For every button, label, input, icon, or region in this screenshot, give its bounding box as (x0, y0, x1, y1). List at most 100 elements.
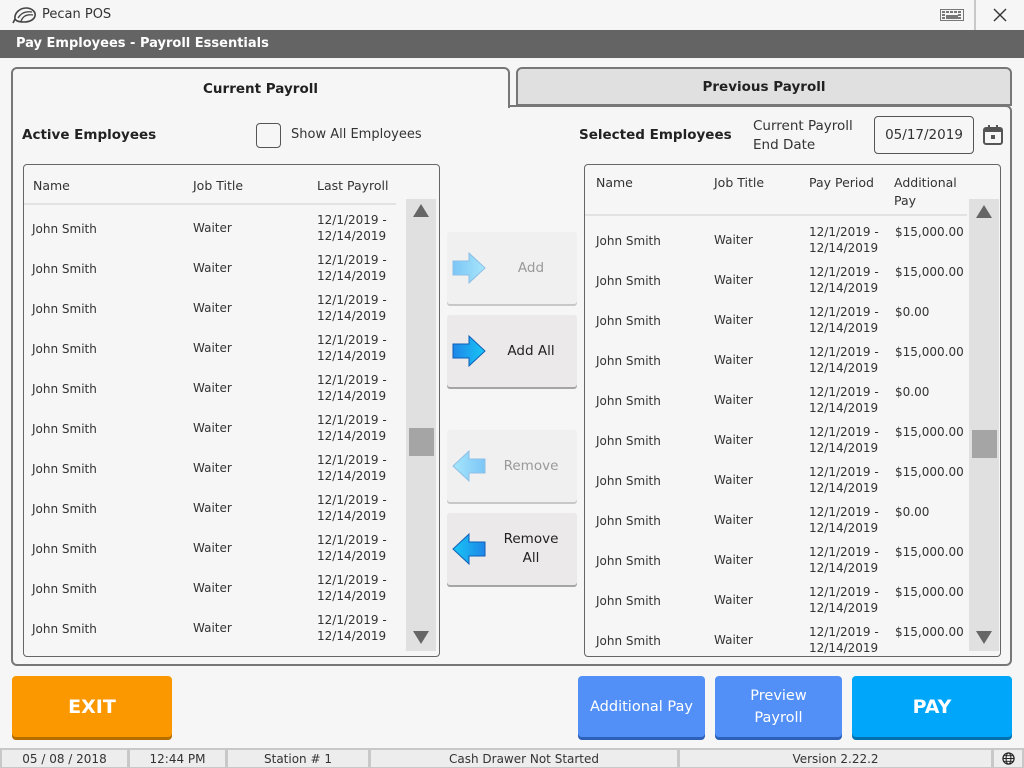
additional-pay: $15,000.00 (895, 625, 964, 639)
table-row[interactable]: John Smith Waiter 12/1/2019 - 12/14/2019 $15… (585, 417, 967, 457)
close-button[interactable] (976, 0, 1024, 30)
table-row[interactable]: John Smith Waiter 12/1/2019 - 12/14/2019 (24, 365, 404, 405)
table-row[interactable]: John Smith Waiter 12/1/2019 - 12/14/2019 $15… (585, 537, 967, 577)
table-row[interactable]: John Smith Waiter 12/1/2019 - 12/14/2019 (24, 525, 404, 565)
selected-employees-scrollbar[interactable] (969, 199, 999, 651)
period-start: 12/1/2019 - (809, 305, 879, 319)
table-row[interactable]: John Smith Waiter 12/1/2019 - 12/14/2019 (24, 205, 404, 245)
table-row[interactable]: John Smith Waiter 12/1/2019 - 12/14/2019 $15… (585, 257, 967, 297)
pay-period: 12/1/2019 - 12/14/2019 (809, 264, 879, 296)
job-title: Waiter (714, 473, 753, 487)
employee-name: John Smith (32, 502, 97, 516)
tab-current-payroll[interactable]: Current Payroll (11, 67, 510, 108)
table-row[interactable]: John Smith Waiter 12/1/2019 - 12/14/2019 $0.… (585, 497, 967, 537)
globe-button[interactable] (994, 750, 1022, 767)
table-row[interactable]: John Smith Waiter 12/1/2019 - 12/14/2019 $15… (585, 217, 967, 257)
column-header-name: Name (596, 175, 633, 190)
employee-name: John Smith (32, 542, 97, 556)
period-end: 12/14/2019 (809, 241, 879, 255)
job-title: Waiter (714, 553, 753, 567)
table-row[interactable]: John Smith Waiter 12/1/2019 - 12/14/2019 (24, 605, 404, 645)
job-title: Waiter (193, 381, 232, 395)
tab-label: Current Payroll (203, 80, 318, 97)
close-icon (993, 8, 1007, 22)
additional-pay: $15,000.00 (895, 465, 964, 479)
employee-name: John Smith (32, 382, 97, 396)
header-divider (585, 214, 967, 216)
table-row[interactable]: John Smith Waiter 12/1/2019 - 12/14/2019 $0.… (585, 297, 967, 337)
employee-name: John Smith (596, 594, 661, 608)
job-title: Waiter (714, 393, 753, 407)
exit-button[interactable]: EXIT (12, 676, 172, 737)
table-row[interactable]: John Smith Waiter 12/1/2019 - 12/14/2019 (24, 485, 404, 525)
employee-name: John Smith (596, 554, 661, 568)
period-end: 12/14/2019 (317, 509, 387, 523)
show-all-employees-label[interactable]: Show All Employees (291, 127, 422, 142)
remove-all-button[interactable]: Remove All (447, 513, 577, 585)
job-title: Waiter (193, 221, 232, 235)
table-row[interactable]: John Smith Waiter 12/1/2019 - 12/14/2019 (24, 245, 404, 285)
scroll-up-icon[interactable] (976, 205, 992, 218)
scroll-thumb[interactable] (972, 430, 997, 458)
column-header-job-title: Job Title (714, 175, 765, 190)
period-start: 12/1/2019 - (317, 493, 387, 507)
table-row[interactable]: John Smith Waiter 12/1/2019 - 12/14/2019 $15… (585, 617, 967, 656)
last-payroll: 12/1/2019 - 12/14/2019 (317, 332, 387, 364)
table-row[interactable]: John Smith Waiter 12/1/2019 - 12/14/2019 (24, 325, 404, 365)
table-row[interactable]: John Smith Waiter 12/1/2019 - 12/14/2019 $15… (585, 577, 967, 617)
table-row[interactable]: John Smith Waiter 12/1/2019 - 12/14/2019 $15… (585, 457, 967, 497)
remove-button[interactable]: Remove (447, 430, 577, 502)
period-end: 12/14/2019 (809, 441, 879, 455)
calendar-icon[interactable] (982, 124, 1004, 146)
column-header-additional-pay: Additional Pay (894, 175, 957, 208)
status-station: Station # 1 (228, 750, 368, 767)
scroll-thumb[interactable] (409, 428, 434, 456)
employee-name: John Smith (32, 422, 97, 436)
additional-pay: $15,000.00 (895, 585, 964, 599)
employee-name: John Smith (596, 274, 661, 288)
table-row[interactable]: John Smith Waiter 12/1/2019 - 12/14/2019 $15… (585, 337, 967, 377)
scroll-up-icon[interactable] (413, 204, 429, 217)
page-title: Pay Employees - Payroll Essentials (16, 36, 269, 51)
active-employees-scrollbar[interactable] (406, 199, 436, 651)
status-version: Version 2.22.2 (680, 750, 991, 767)
scroll-down-icon[interactable] (976, 631, 992, 644)
add-button[interactable]: Add (447, 232, 577, 304)
table-row[interactable]: John Smith Waiter 12/1/2019 - 12/14/2019 (24, 565, 404, 605)
keyboard-button[interactable] (930, 0, 974, 30)
scroll-down-icon[interactable] (413, 631, 429, 644)
pay-period: 12/1/2019 - 12/14/2019 (809, 384, 879, 416)
job-title: Waiter (714, 633, 753, 647)
pay-button[interactable]: PAY (852, 676, 1012, 737)
table-row[interactable]: John Smith Waiter 12/1/2019 - 12/14/2019 (24, 285, 404, 325)
employee-name: John Smith (596, 434, 661, 448)
period-end: 12/14/2019 (317, 229, 387, 243)
last-payroll: 12/1/2019 - 12/14/2019 (317, 412, 387, 444)
period-start: 12/1/2019 - (809, 465, 879, 479)
period-end: 12/14/2019 (809, 601, 879, 615)
period-start: 12/1/2019 - (317, 533, 387, 547)
employee-name: John Smith (32, 622, 97, 636)
pay-period: 12/1/2019 - 12/14/2019 (809, 224, 879, 256)
table-row[interactable]: John Smith Waiter 12/1/2019 - 12/14/2019 (24, 405, 404, 445)
employee-name: John Smith (32, 222, 97, 236)
preview-payroll-button[interactable]: Preview Payroll (715, 676, 842, 737)
table-row[interactable]: John Smith Waiter 12/1/2019 - 12/14/2019 $0.… (585, 377, 967, 417)
pay-period: 12/1/2019 - 12/14/2019 (809, 544, 879, 576)
period-end: 12/14/2019 (317, 549, 387, 563)
job-title: Waiter (714, 513, 753, 527)
payroll-end-date-input[interactable]: 05/17/2019 (874, 116, 974, 154)
pay-period: 12/1/2019 - 12/14/2019 (809, 304, 879, 336)
table-row[interactable]: John Smith Waiter 12/1/2019 - 12/14/2019 (24, 445, 404, 485)
pay-period: 12/1/2019 - 12/14/2019 (809, 424, 879, 456)
last-payroll: 12/1/2019 - 12/14/2019 (317, 212, 387, 244)
tab-previous-payroll[interactable]: Previous Payroll (516, 67, 1012, 106)
additional-pay: $15,000.00 (895, 545, 964, 559)
last-payroll: 12/1/2019 - 12/14/2019 (317, 532, 387, 564)
additional-pay-button[interactable]: Additional Pay (578, 676, 705, 737)
period-end: 12/14/2019 (317, 269, 387, 283)
add-all-button[interactable]: Add All (447, 315, 577, 387)
add-all-label: Add All (507, 342, 555, 359)
period-start: 12/1/2019 - (809, 585, 879, 599)
show-all-employees-checkbox[interactable] (256, 123, 281, 148)
